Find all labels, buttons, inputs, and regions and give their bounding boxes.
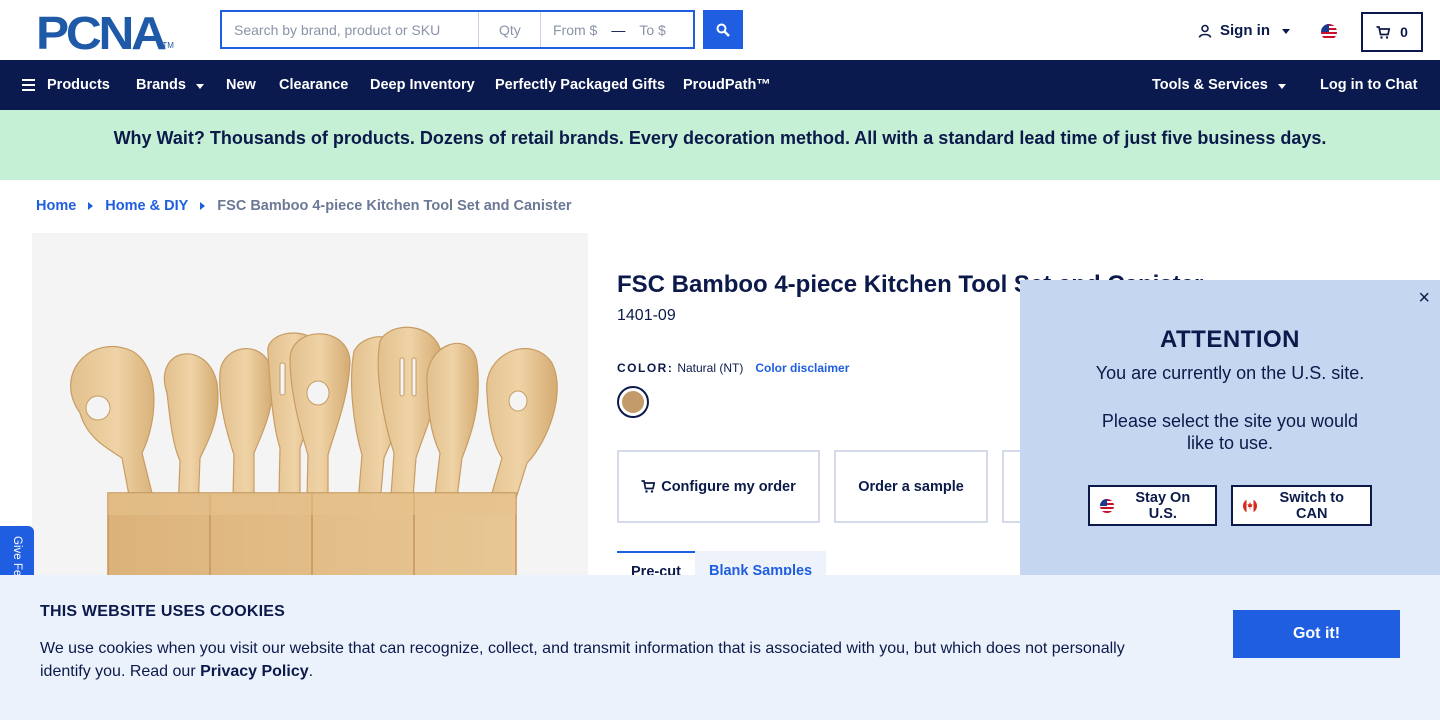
cart-count: 0 xyxy=(1400,24,1408,40)
breadcrumb: Home Home & DIY FSC Bamboo 4-piece Kitch… xyxy=(36,198,572,214)
chevron-down-icon xyxy=(195,83,204,89)
breadcrumb-arrow-icon xyxy=(200,202,206,210)
user-icon xyxy=(1198,24,1212,38)
cookie-message-period: . xyxy=(308,663,314,680)
pcna-logo[interactable]: PCNA TM xyxy=(36,7,184,59)
popup-title: ATTENTION xyxy=(1159,326,1301,353)
price-range-dash: — xyxy=(611,21,626,38)
us-flag-icon xyxy=(1100,498,1114,513)
switch-can-button[interactable]: Switch to CAN xyxy=(1231,485,1372,526)
sign-in-button[interactable]: Sign in xyxy=(1198,22,1290,39)
site-select-popup: × ATTENTION You are currently on the U.S… xyxy=(1020,280,1440,580)
search-input[interactable]: Search by brand, product or SKU xyxy=(222,12,479,47)
canada-flag-icon xyxy=(1243,498,1257,513)
nav-deep-inventory[interactable]: Deep Inventory xyxy=(370,60,475,110)
swatch-fill xyxy=(622,391,644,413)
nav-clearance[interactable]: Clearance xyxy=(279,60,348,110)
price-from-input[interactable]: From $ xyxy=(553,22,597,38)
promo-banner-text: Why Wait? Thousands of products. Dozens … xyxy=(113,127,1327,148)
color-row: COLOR: Natural (NT) Color disclaimer xyxy=(617,361,849,375)
stay-us-button[interactable]: Stay On U.S. xyxy=(1088,485,1217,526)
product-sku: 1401-09 xyxy=(617,307,676,324)
promo-banner: Why Wait? Thousands of products. Dozens … xyxy=(0,110,1440,180)
close-icon[interactable]: × xyxy=(1418,288,1430,308)
nav-tools-label: Tools & Services xyxy=(1152,77,1268,93)
switch-can-label: Switch to CAN xyxy=(1279,489,1344,522)
color-value: Natural (NT) xyxy=(677,361,744,375)
cookie-message: We use cookies when you visit our websit… xyxy=(40,637,1160,683)
cookie-title: THIS WEBSITE USES COOKIES xyxy=(40,603,286,620)
price-to-input[interactable]: To $ xyxy=(639,22,665,38)
cookie-banner: THIS WEBSITE USES COOKIES We use cookies… xyxy=(0,575,1440,720)
cart-icon xyxy=(1376,25,1391,39)
cart-icon xyxy=(641,480,656,493)
cart-button[interactable]: 0 xyxy=(1361,12,1423,52)
color-label: COLOR: xyxy=(617,361,674,375)
main-nav: Products Brands New Clearance Deep Inven… xyxy=(0,60,1440,110)
breadcrumb-category[interactable]: Home & DIY xyxy=(105,198,188,214)
stay-us-label: Stay On U.S. xyxy=(1135,489,1191,522)
us-flag-icon[interactable] xyxy=(1321,24,1337,40)
popup-buttons: Stay On U.S. Switch to CAN xyxy=(1088,485,1372,526)
nav-tools-services[interactable]: Tools & Services xyxy=(1152,60,1286,110)
color-disclaimer-link[interactable]: Color disclaimer xyxy=(755,361,849,375)
logo-trademark: TM xyxy=(162,41,174,50)
color-swatch-natural[interactable] xyxy=(617,386,649,418)
nav-products-label: Products xyxy=(47,77,110,93)
privacy-policy-link[interactable]: Privacy Policy xyxy=(200,663,309,680)
cookie-accept-button[interactable]: Got it! xyxy=(1233,610,1400,658)
popup-select-text: Please select the site you would like to… xyxy=(1101,411,1359,453)
nav-proudpath[interactable]: ProudPath™ xyxy=(683,60,771,110)
nav-brands[interactable]: Brands xyxy=(136,60,204,110)
search-icon xyxy=(716,23,730,37)
order-sample-button[interactable]: Order a sample xyxy=(834,450,988,523)
qty-input[interactable]: Qty xyxy=(479,12,541,47)
hamburger-icon xyxy=(22,79,35,91)
price-range: From $ — To $ xyxy=(541,12,693,47)
chevron-down-icon xyxy=(1277,83,1286,89)
nav-products[interactable]: Products xyxy=(22,60,110,110)
sign-in-label: Sign in xyxy=(1220,22,1270,39)
logo-text: PCNA xyxy=(36,7,167,59)
nav-gifts[interactable]: Perfectly Packaged Gifts xyxy=(495,60,665,110)
breadcrumb-current: FSC Bamboo 4-piece Kitchen Tool Set and … xyxy=(217,198,572,214)
configure-order-label: Configure my order xyxy=(661,478,796,495)
configure-order-button[interactable]: Configure my order xyxy=(617,450,820,523)
top-header: PCNA TM Search by brand, product or SKU … xyxy=(0,0,1440,60)
breadcrumb-home[interactable]: Home xyxy=(36,198,76,214)
breadcrumb-arrow-icon xyxy=(88,202,94,210)
nav-brands-label: Brands xyxy=(136,77,186,93)
popup-current-site-text: You are currently on the U.S. site. xyxy=(1095,363,1365,383)
search-button[interactable] xyxy=(703,10,743,49)
nav-chat-login[interactable]: Log in to Chat xyxy=(1320,60,1417,110)
nav-new[interactable]: New xyxy=(226,60,256,110)
order-sample-label: Order a sample xyxy=(858,478,964,495)
chevron-down-icon xyxy=(1282,29,1290,34)
search-bar: Search by brand, product or SKU Qty From… xyxy=(220,10,695,49)
